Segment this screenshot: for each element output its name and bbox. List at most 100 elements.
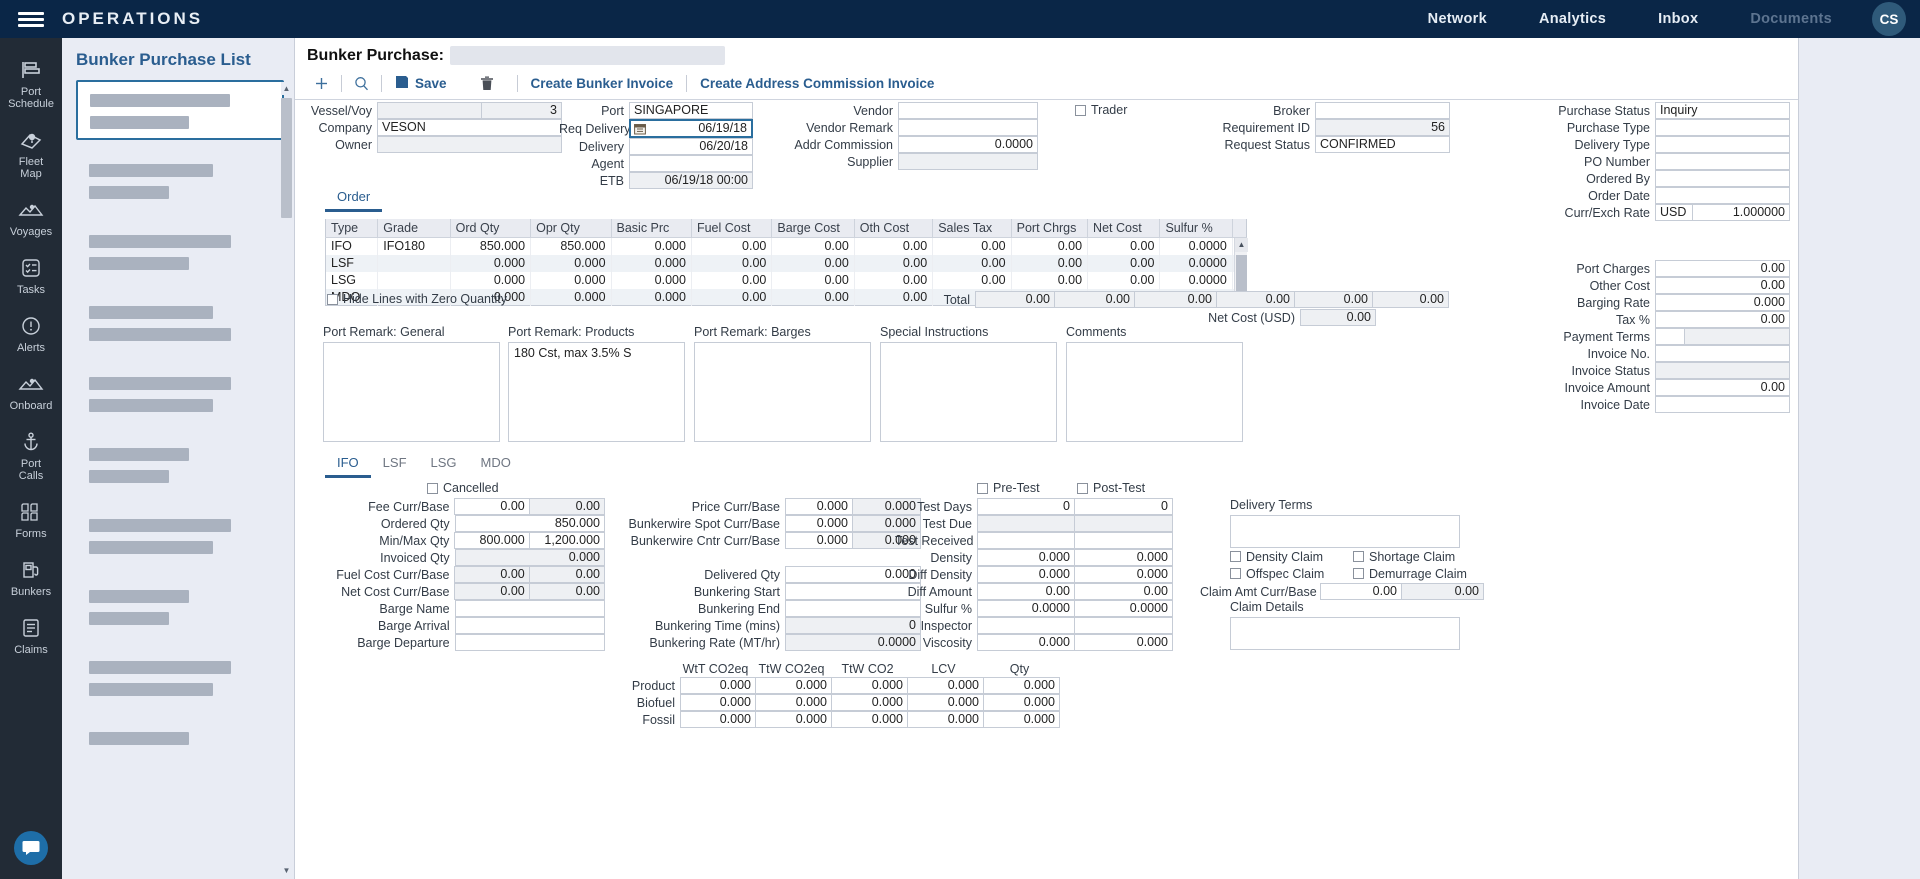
- col-net-cost[interactable]: Net Cost: [1087, 219, 1161, 238]
- invoice-date-field[interactable]: [1655, 396, 1790, 413]
- special-instructions-field[interactable]: [880, 342, 1057, 442]
- trader-checkbox[interactable]: [1075, 104, 1086, 116]
- inspector-pre-field[interactable]: [977, 617, 1075, 634]
- broker-field[interactable]: [1315, 102, 1450, 119]
- sidebar-item-claims[interactable]: Claims: [0, 608, 62, 666]
- max-qty-field[interactable]: 1,200.000: [529, 532, 605, 549]
- col-sulfur-pct[interactable]: Sulfur %: [1159, 219, 1233, 238]
- offspec-claim-checkbox[interactable]: [1230, 568, 1241, 579]
- list-item[interactable]: [76, 151, 284, 211]
- shortage-claim-checkbox[interactable]: [1353, 551, 1364, 562]
- vessel-field[interactable]: [377, 102, 482, 119]
- fuel-cost-base-field[interactable]: 0.00: [529, 566, 605, 583]
- barge-name-field[interactable]: [454, 600, 605, 617]
- list-item[interactable]: [76, 506, 284, 566]
- vendor-field[interactable]: [898, 102, 1038, 119]
- delivery-type-field[interactable]: [1655, 136, 1790, 153]
- sidebar-item-onboard[interactable]: Onboard: [0, 364, 62, 422]
- viscosity-pre-field[interactable]: 0.000: [977, 634, 1075, 651]
- tab-lsf[interactable]: LSF: [371, 452, 419, 478]
- density-claim-row[interactable]: Density Claim Shortage Claim: [1230, 548, 1510, 565]
- nav-network[interactable]: Network: [1402, 11, 1513, 27]
- biofuel-lcv[interactable]: 0.000: [908, 694, 984, 711]
- sidebar-item-alerts[interactable]: Alerts: [0, 306, 62, 364]
- port-remark-products-field[interactable]: 180 Cst, max 3.5% S: [508, 342, 685, 442]
- payment-terms-code-field[interactable]: [1655, 328, 1685, 345]
- biofuel-ttw-co2[interactable]: 0.000: [832, 694, 908, 711]
- sidebar-item-port-calls[interactable]: Port Calls: [0, 422, 62, 492]
- col-barge-cost[interactable]: Barge Cost: [771, 219, 855, 238]
- tab-mdo[interactable]: MDO: [469, 452, 523, 478]
- nav-documents[interactable]: Documents: [1724, 11, 1858, 27]
- tab-ifo[interactable]: IFO: [325, 452, 371, 478]
- barging-rate-field[interactable]: 0.000: [1655, 294, 1790, 311]
- diff-density-pre-field[interactable]: 0.000: [977, 566, 1075, 583]
- other-cost-field[interactable]: 0.00: [1655, 277, 1790, 294]
- test-due-post-field[interactable]: [1075, 515, 1173, 532]
- hide-zero-checkbox[interactable]: [327, 293, 338, 305]
- cancelled-checkbox[interactable]: [427, 482, 438, 494]
- trader-checkbox-row[interactable]: Trader: [1075, 103, 1127, 117]
- owner-field[interactable]: [377, 136, 562, 153]
- cancelled-checkbox-row[interactable]: Cancelled: [427, 481, 499, 495]
- density-post-field[interactable]: 0.000: [1075, 549, 1173, 566]
- post-test-checkbox[interactable]: [1077, 482, 1088, 494]
- inspector-post-field[interactable]: [1075, 617, 1173, 634]
- purchase-status-field[interactable]: Inquiry: [1655, 102, 1790, 119]
- plus-icon[interactable]: [305, 74, 338, 93]
- biofuel-ttw-co2eq[interactable]: 0.000: [756, 694, 832, 711]
- fee-base-field[interactable]: 0.00: [529, 498, 605, 515]
- create-address-commission-invoice-button[interactable]: Create Address Commission Invoice: [690, 74, 944, 93]
- voyage-field[interactable]: 3: [482, 102, 562, 119]
- test-received-post-field[interactable]: [1075, 532, 1173, 549]
- invoice-status-field[interactable]: [1655, 362, 1790, 379]
- product-qty[interactable]: 0.000: [984, 677, 1060, 694]
- product-ttw-co2[interactable]: 0.000: [832, 677, 908, 694]
- net-cost-base-field[interactable]: 0.00: [529, 583, 605, 600]
- bunkerwire-cntr-curr-field[interactable]: 0.000: [785, 532, 853, 549]
- list-item[interactable]: [76, 364, 284, 424]
- bunkerwire-spot-curr-field[interactable]: 0.000: [785, 515, 853, 532]
- agent-field[interactable]: [629, 155, 753, 172]
- create-bunker-invoice-button[interactable]: Create Bunker Invoice: [521, 74, 684, 93]
- sidebar-item-voyages[interactable]: Voyages: [0, 190, 62, 248]
- product-ttw-co2eq[interactable]: 0.000: [756, 677, 832, 694]
- col-type[interactable]: Type: [325, 219, 379, 238]
- fuel-cost-curr-field[interactable]: 0.00: [454, 566, 530, 583]
- biofuel-wtt-co2eq[interactable]: 0.000: [680, 694, 756, 711]
- trash-icon[interactable]: [471, 74, 503, 93]
- grid-scroll-up-icon[interactable]: ▲: [1235, 238, 1248, 252]
- fossil-lcv[interactable]: 0.000: [908, 711, 984, 728]
- purchase-type-field[interactable]: [1655, 119, 1790, 136]
- tab-lsg[interactable]: LSG: [419, 452, 469, 478]
- density-pre-field[interactable]: 0.000: [977, 549, 1075, 566]
- list-item[interactable]: [76, 293, 284, 353]
- fossil-wtt-co2eq[interactable]: 0.000: [680, 711, 756, 728]
- col-opr-qty[interactable]: Opr Qty: [530, 219, 612, 238]
- list-item[interactable]: [76, 648, 284, 708]
- list-item[interactable]: [76, 435, 284, 495]
- exchange-rate-field[interactable]: 1.000000: [1693, 204, 1790, 221]
- claim-amt-curr-field[interactable]: 0.00: [1320, 583, 1402, 600]
- list-item[interactable]: [76, 80, 284, 140]
- claim-details-field[interactable]: [1230, 617, 1460, 650]
- barge-arrival-field[interactable]: [454, 617, 605, 634]
- net-cost-curr-field[interactable]: 0.00: [454, 583, 530, 600]
- barge-departure-field[interactable]: [454, 634, 605, 651]
- col-sales-tax[interactable]: Sales Tax: [932, 219, 1012, 238]
- sidebar-item-tasks[interactable]: Tasks: [0, 248, 62, 306]
- pre-test-checkbox-row[interactable]: Pre-Test: [977, 481, 1040, 495]
- viscosity-post-field[interactable]: 0.000: [1075, 634, 1173, 651]
- biofuel-qty[interactable]: 0.000: [984, 694, 1060, 711]
- col-grade[interactable]: Grade: [377, 219, 451, 238]
- currency-field[interactable]: USD: [1655, 204, 1693, 221]
- test-received-pre-field[interactable]: [977, 532, 1075, 549]
- diff-amount-pre-field[interactable]: 0.00: [977, 583, 1075, 600]
- search-icon[interactable]: [345, 74, 378, 93]
- etb-field[interactable]: 06/19/18 00:00: [629, 172, 753, 189]
- test-days-pre-field[interactable]: 0: [977, 498, 1075, 515]
- fossil-ttw-co2eq[interactable]: 0.000: [756, 711, 832, 728]
- port-remark-general-field[interactable]: [323, 342, 500, 442]
- col-fuel-cost[interactable]: Fuel Cost: [691, 219, 773, 238]
- hamburger-icon[interactable]: [0, 9, 62, 30]
